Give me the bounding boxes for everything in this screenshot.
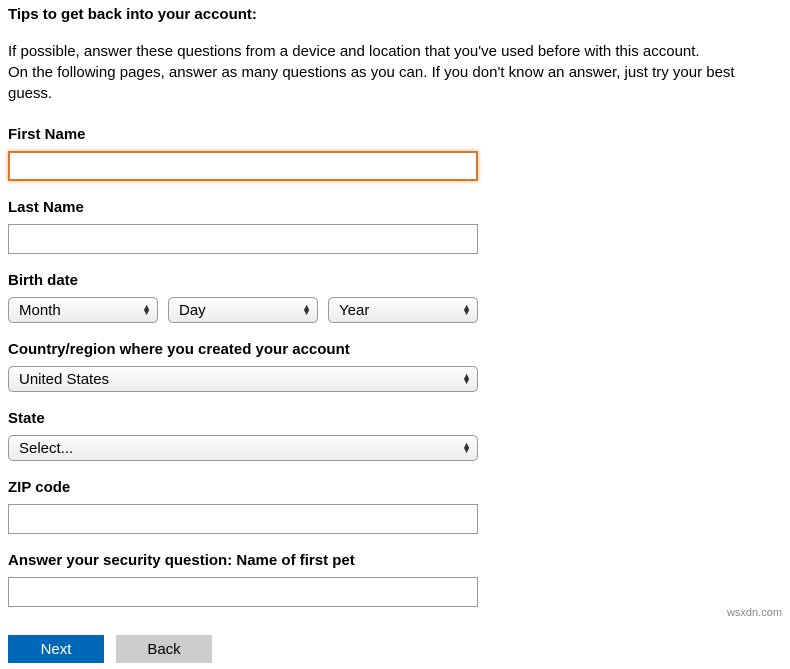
year-select[interactable]: Year ▲▼ bbox=[328, 297, 478, 323]
tips-line-2: On the following pages, answer as many q… bbox=[8, 62, 782, 104]
select-arrows-icon: ▲▼ bbox=[302, 305, 311, 315]
select-arrows-icon: ▲▼ bbox=[462, 443, 471, 453]
country-label: Country/region where you created your ac… bbox=[8, 341, 782, 358]
day-select[interactable]: Day ▲▼ bbox=[168, 297, 318, 323]
back-button[interactable]: Back bbox=[116, 635, 212, 663]
state-label: State bbox=[8, 410, 782, 427]
security-question-label: Answer your security question: Name of f… bbox=[8, 552, 782, 569]
first-name-input[interactable] bbox=[8, 151, 478, 181]
watermark-text: wsxdn.com bbox=[727, 607, 782, 619]
zip-input[interactable] bbox=[8, 504, 478, 534]
day-select-value: Day bbox=[179, 302, 206, 319]
tips-text: If possible, answer these questions from… bbox=[8, 41, 782, 104]
select-arrows-icon: ▲▼ bbox=[462, 305, 471, 315]
security-answer-input[interactable] bbox=[8, 577, 478, 607]
country-select-value: United States bbox=[19, 371, 109, 388]
select-arrows-icon: ▲▼ bbox=[142, 305, 151, 315]
zip-label: ZIP code bbox=[8, 479, 782, 496]
month-select-value: Month bbox=[19, 302, 61, 319]
select-arrows-icon: ▲▼ bbox=[462, 374, 471, 384]
state-select[interactable]: Select... ▲▼ bbox=[8, 435, 478, 461]
year-select-value: Year bbox=[339, 302, 369, 319]
tips-line-1: If possible, answer these questions from… bbox=[8, 41, 782, 62]
page-title: Tips to get back into your account: bbox=[8, 6, 782, 23]
birth-date-label: Birth date bbox=[8, 272, 782, 289]
last-name-label: Last Name bbox=[8, 199, 782, 216]
country-select[interactable]: United States ▲▼ bbox=[8, 366, 478, 392]
month-select[interactable]: Month ▲▼ bbox=[8, 297, 158, 323]
state-select-value: Select... bbox=[19, 440, 73, 457]
next-button[interactable]: Next bbox=[8, 635, 104, 663]
last-name-input[interactable] bbox=[8, 224, 478, 254]
first-name-label: First Name bbox=[8, 126, 782, 143]
